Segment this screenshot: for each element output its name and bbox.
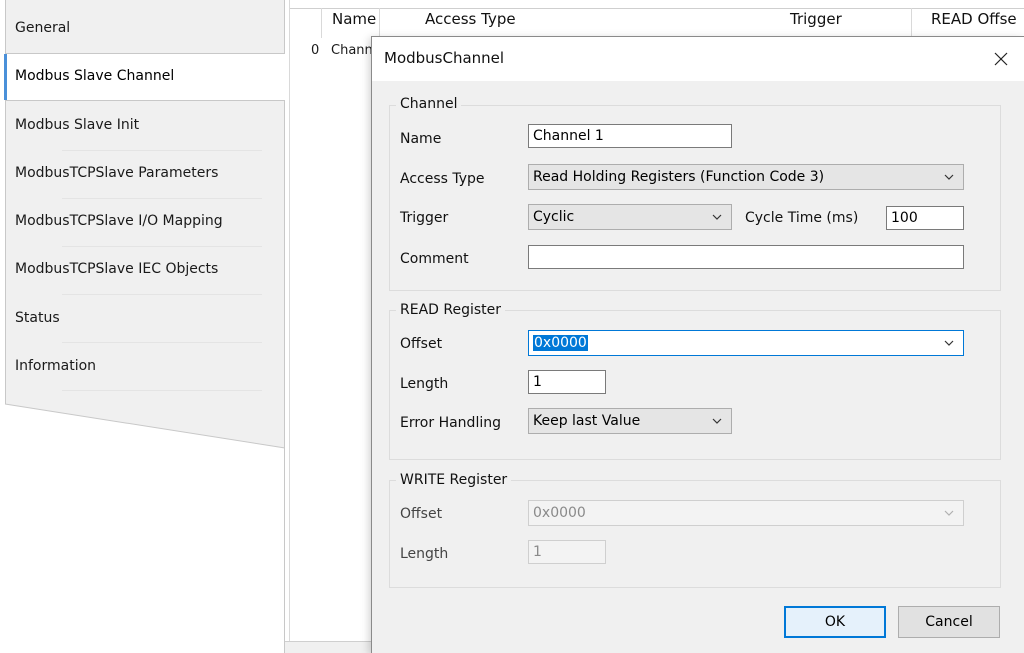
tab-modbustcpslave-parameters[interactable]: ModbusTCPSlave Parameters xyxy=(5,151,285,195)
access-type-label: Access Type xyxy=(400,171,485,187)
column-divider xyxy=(379,8,380,38)
chevron-down-icon xyxy=(944,510,954,516)
write-offset-value: 0x0000 xyxy=(533,505,586,521)
table-top-border xyxy=(289,8,1024,9)
column-header-read-offset[interactable]: READ Offse xyxy=(931,10,1017,28)
tab-information[interactable]: Information xyxy=(5,344,285,388)
comment-label: Comment xyxy=(400,251,469,267)
column-divider xyxy=(321,8,322,38)
trigger-value: Cyclic xyxy=(533,209,575,225)
ok-button[interactable]: OK xyxy=(784,606,886,638)
close-icon xyxy=(994,52,1008,66)
dialog-titlebar[interactable]: ModbusChannel xyxy=(372,37,1024,81)
row-index: 0 xyxy=(311,43,320,58)
write-length-label: Length xyxy=(400,546,449,562)
access-type-value: Read Holding Registers (Function Code 3) xyxy=(533,169,825,185)
trigger-label: Trigger xyxy=(400,210,449,226)
error-handling-value: Keep last Value xyxy=(533,413,641,429)
tab-modbus-slave-channel[interactable]: Modbus Slave Channel xyxy=(5,54,285,98)
column-header-trigger[interactable]: Trigger xyxy=(790,10,842,28)
table-left-border xyxy=(289,0,290,653)
tab-general[interactable]: General xyxy=(5,6,285,50)
error-handling-dropdown[interactable]: Keep last Value xyxy=(528,408,732,434)
write-offset-combobox: 0x0000 xyxy=(528,500,964,526)
tab-status[interactable]: Status xyxy=(5,296,285,340)
chevron-down-icon xyxy=(944,340,954,346)
read-offset-label: Offset xyxy=(400,336,443,352)
cancel-button[interactable]: Cancel xyxy=(898,606,1000,638)
channel-name-field[interactable]: Channel 1 xyxy=(528,124,732,148)
chevron-down-icon xyxy=(712,418,722,424)
row-name-cell[interactable]: Chann xyxy=(331,43,373,58)
cycle-time-label: Cycle Time (ms) xyxy=(745,210,859,226)
comment-field[interactable] xyxy=(528,245,964,269)
channel-group-label: Channel xyxy=(396,96,462,112)
tab-separator xyxy=(62,294,262,295)
access-type-dropdown[interactable]: Read Holding Registers (Function Code 3) xyxy=(528,164,964,190)
column-header-name[interactable]: Name xyxy=(332,10,376,28)
read-offset-value: 0x0000 xyxy=(533,335,588,351)
column-header-access-type[interactable]: Access Type xyxy=(425,10,516,28)
device-editor-tab-strip: General Modbus Slave Channel Modbus Slav… xyxy=(0,0,290,653)
tab-modbus-slave-init[interactable]: Modbus Slave Init xyxy=(5,103,285,147)
modbus-channel-dialog: ModbusChannel Channel Name Channel 1 Acc… xyxy=(371,36,1024,653)
chevron-down-icon xyxy=(712,214,722,220)
write-offset-label: Offset xyxy=(400,506,443,522)
chevron-down-icon xyxy=(944,174,954,180)
write-register-group xyxy=(389,480,1001,588)
cycle-time-field[interactable]: 100 xyxy=(886,206,964,230)
read-register-group-label: READ Register xyxy=(396,302,506,318)
tab-modbustcpslave-io-mapping[interactable]: ModbusTCPSlave I/O Mapping xyxy=(5,199,285,243)
name-label: Name xyxy=(400,131,442,147)
read-length-field[interactable]: 1 xyxy=(528,370,606,394)
tab-separator xyxy=(62,390,262,391)
tab-modbustcpslave-iec-objects[interactable]: ModbusTCPSlave IEC Objects xyxy=(5,247,285,291)
tab-separator xyxy=(62,342,262,343)
write-length-field: 1 xyxy=(528,540,606,564)
read-offset-combobox[interactable]: 0x0000 xyxy=(528,330,964,356)
close-button[interactable] xyxy=(978,37,1024,81)
dialog-title: ModbusChannel xyxy=(384,49,505,67)
error-handling-label: Error Handling xyxy=(400,415,501,431)
trigger-dropdown[interactable]: Cyclic xyxy=(528,204,732,230)
write-register-group-label: WRITE Register xyxy=(396,472,512,488)
read-length-label: Length xyxy=(400,376,449,392)
column-divider xyxy=(911,8,912,38)
